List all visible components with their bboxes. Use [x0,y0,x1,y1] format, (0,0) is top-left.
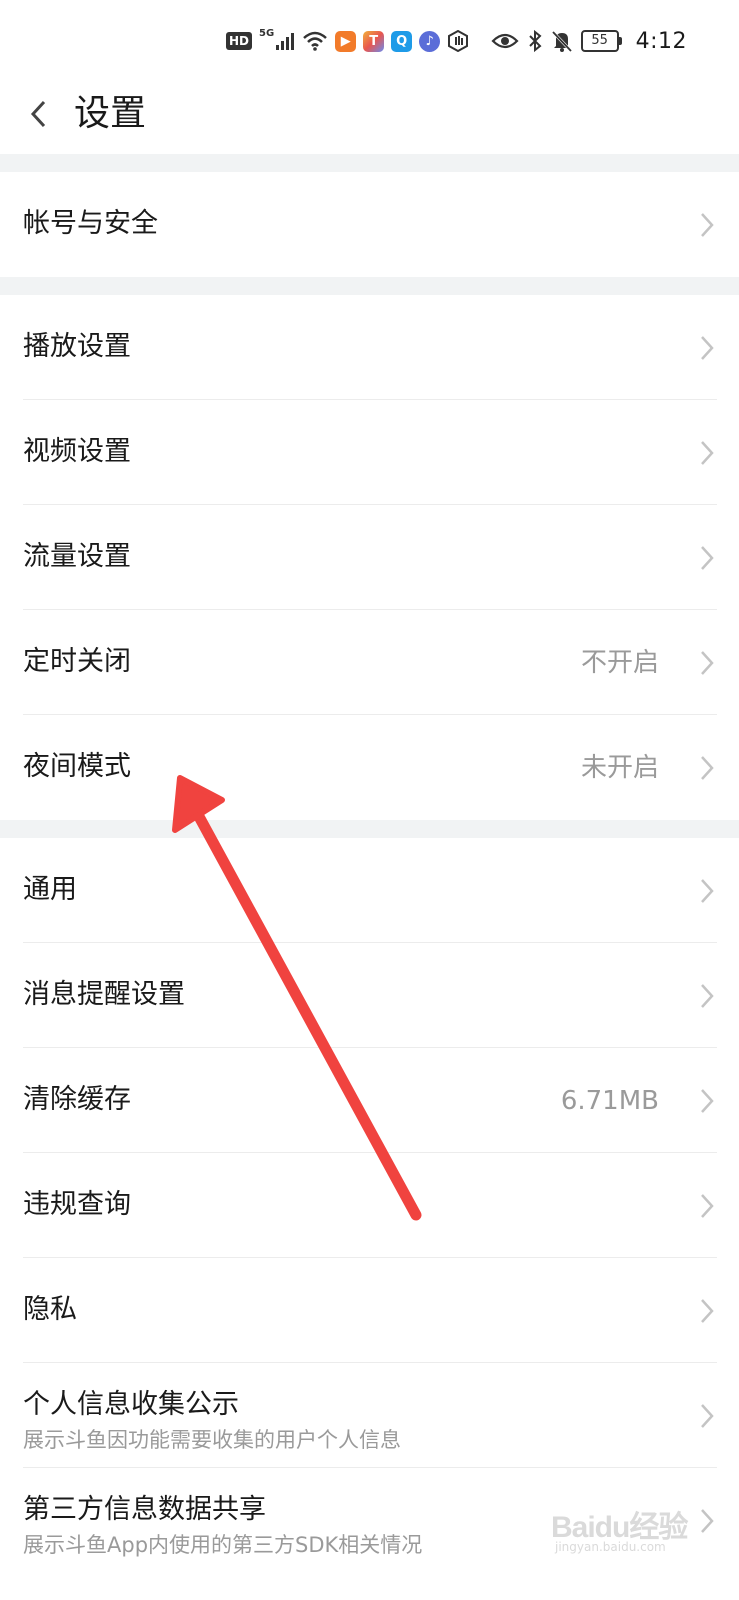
row-subtitle: 展示斗鱼App内使用的第三方SDK相关情况 [23,1533,423,1557]
chevron-left-icon [30,100,46,128]
status-bar: HD 5G ▶ T Q ♪ 55 4:12 [0,0,739,84]
row-label: 帐号与安全 [23,208,158,239]
hd-icon: HD [226,32,253,50]
row-subtitle: 展示斗鱼因功能需要收集的用户个人信息 [23,1428,401,1452]
settings-row-sleep-timer[interactable]: 定时关闭 不开启 [0,610,739,715]
settings-row-account-security[interactable]: 帐号与安全 [0,172,739,277]
settings-row-night-mode[interactable]: 夜间模式 未开启 [0,715,739,820]
section-gap [0,154,739,172]
chevron-right-icon [701,1089,714,1113]
chevron-right-icon [701,651,714,675]
row-label: 消息提醒设置 [23,979,185,1010]
battery-indicator: 55 [580,30,622,52]
row-label: 视频设置 [23,436,131,467]
page-title: 设置 [74,93,147,134]
row-label: 违规查询 [23,1189,131,1220]
baidu-watermark: Baidu经验 jingyan.baidu.com [551,1496,711,1560]
network-type: 5G [259,27,275,39]
clock: 4:12 [635,28,687,54]
chevron-right-icon [701,441,714,465]
chevron-right-icon [701,984,714,1008]
music-app-icon: ♪ [419,30,441,52]
status-bar-right-icons: 55 4:12 [491,26,739,56]
row-label: 清除缓存 [23,1084,131,1115]
row-value: 未开启 [580,753,659,783]
chevron-right-icon [701,756,714,780]
wifi-icon [303,31,328,51]
battery-tip [618,37,622,45]
play-app-icon: ▶ [335,30,357,52]
row-label: 播放设置 [23,331,131,362]
settings-row-notifications[interactable]: 消息提醒设置 [0,943,739,1048]
row-value: 不开启 [580,648,659,678]
bell-muted-icon [551,30,572,53]
watermark-url: jingyan.baidu.com [555,1540,666,1554]
chevron-right-icon [701,1299,714,1323]
signal-icon [276,33,295,50]
status-bar-left-icons: HD 5G ▶ T Q ♪ [226,28,469,54]
section-gap [0,277,739,295]
row-label: 流量设置 [23,541,131,572]
chevron-right-icon [701,546,714,570]
row-label: 第三方信息数据共享 [23,1494,266,1525]
row-label: 隐私 [23,1294,77,1325]
row-value: 6.71MB [560,1086,659,1116]
chevron-right-icon [701,1404,714,1428]
row-label: 通用 [23,874,77,905]
eye-icon [491,33,519,49]
section-gap [0,820,739,838]
settings-row-violation-query[interactable]: 违规查询 [0,1153,739,1258]
back-button[interactable] [18,89,58,139]
chevron-right-icon [701,879,714,903]
settings-row-clear-cache[interactable]: 清除缓存 6.71MB [0,1048,739,1153]
row-label: 夜间模式 [23,751,131,782]
t-app-icon: T [363,30,385,52]
bluetooth-icon [528,29,542,53]
row-label: 个人信息收集公示 [23,1389,239,1420]
settings-row-video[interactable]: 视频设置 [0,400,739,505]
battery-level: 55 [580,30,619,52]
chevron-right-icon [701,213,714,237]
settings-row-playback[interactable]: 播放设置 [0,295,739,400]
chevron-right-icon [701,336,714,360]
settings-row-general[interactable]: 通用 [0,838,739,943]
chevron-right-icon [701,1194,714,1218]
settings-row-personal-info-collection[interactable]: 个人信息收集公示 展示斗鱼因功能需要收集的用户个人信息 [0,1363,739,1468]
search-app-icon: Q [391,30,413,52]
app-header: 设置 [0,84,739,154]
hand-icon [448,30,469,52]
row-label: 定时关闭 [23,646,131,677]
settings-row-data-usage[interactable]: 流量设置 [0,505,739,610]
settings-row-privacy[interactable]: 隐私 [0,1258,739,1363]
